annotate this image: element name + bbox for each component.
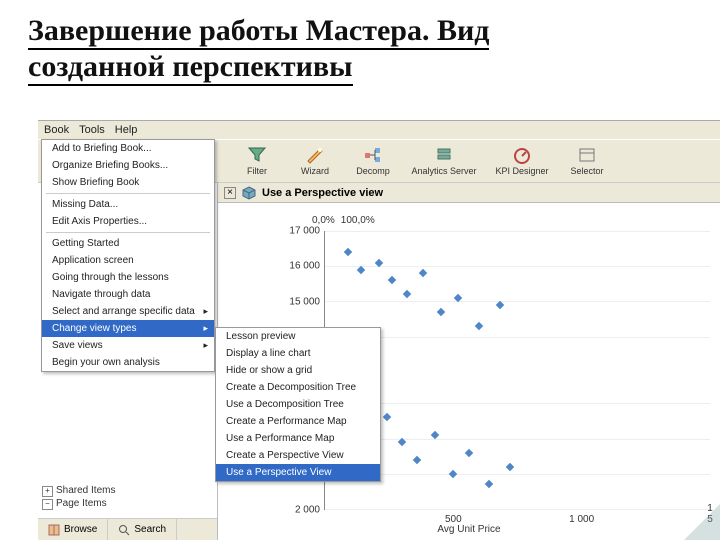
data-point [418,269,426,277]
server-icon [434,146,454,164]
menu-item[interactable]: Application screen [42,252,214,269]
cube-icon [242,186,256,200]
data-point [449,470,457,478]
filter-button[interactable]: Filter [230,143,284,179]
selector-button[interactable]: Selector [560,143,614,179]
data-point [436,308,444,316]
kpi-icon [512,146,532,164]
menu-item[interactable]: Add to Briefing Book... [42,140,214,157]
menu-item[interactable]: Going through the lessons [42,269,214,286]
analytics-server-button[interactable]: Analytics Server [404,143,484,179]
tree-node[interactable]: Page Items [42,497,115,510]
y-tick: 17 000 [289,226,320,237]
slide-title: Завершение работы Мастера. Вид созданной… [0,0,720,92]
page-corner-icon [684,504,720,540]
change-view-types-submenu: Lesson previewDisplay a line chartHide o… [215,327,381,482]
submenu-item[interactable]: Create a Perspective View [216,447,380,464]
decomp-button[interactable]: Decomp [346,143,400,179]
decomp-icon [363,146,383,164]
left-tabs: Browse Search [38,518,217,540]
view-title: Use a Perspective view [262,187,383,199]
data-point [475,322,483,330]
menu-item[interactable]: Select and arrange specific data [42,303,214,320]
y-tick: 15 000 [289,296,320,307]
close-icon[interactable]: × [224,187,236,199]
data-point [387,276,395,284]
tools-menu: Add to Briefing Book...Organize Briefing… [41,139,215,372]
menu-item[interactable]: Navigate through data [42,286,214,303]
menu-item[interactable]: Begin your own analysis [42,354,214,371]
tab-search[interactable]: Search [108,519,177,540]
selector-icon [577,146,597,164]
menu-help[interactable]: Help [115,124,138,136]
tab-browse[interactable]: Browse [38,519,108,540]
nav-tree: Shared ItemsPage Items [42,484,115,510]
data-point [485,480,493,488]
tree-node[interactable]: Shared Items [42,484,115,497]
menu-tools[interactable]: Tools [79,124,105,136]
kpi-designer-button[interactable]: KPI Designer [488,143,556,179]
submenu-item[interactable]: Create a Decomposition Tree [216,379,380,396]
wizard-button[interactable]: Wizard [288,143,342,179]
menu-item[interactable]: Organize Briefing Books... [42,157,214,174]
book-icon [48,524,60,536]
app-window: Book Tools Help Filter Wizard Decomp Ana… [38,120,720,540]
submenu-item[interactable]: Use a Decomposition Tree [216,396,380,413]
menu-item[interactable]: Missing Data... [42,196,214,213]
y-tick: 16 000 [289,261,320,272]
data-point [506,463,514,471]
data-point [413,455,421,463]
data-point [382,413,390,421]
search-icon [118,524,130,536]
data-point [344,248,352,256]
y-tick: 2 000 [295,505,320,516]
submenu-item[interactable]: Lesson preview [216,328,380,345]
submenu-item[interactable]: Hide or show a grid [216,362,380,379]
x-axis-label: Avg Unit Price [218,524,720,540]
menu-item[interactable]: Show Briefing Book [42,174,214,191]
menubar: Book Tools Help [38,121,720,139]
menu-item[interactable]: Change view types [42,320,214,337]
submenu-item[interactable]: Use a Performance Map [216,430,380,447]
data-point [403,290,411,298]
menu-book[interactable]: Book [44,124,69,136]
menu-item[interactable]: Edit Axis Properties... [42,213,214,230]
data-point [464,448,472,456]
submenu-item[interactable]: Display a line chart [216,345,380,362]
axis-note: 0,0%100,0% [312,215,375,226]
submenu-item[interactable]: Create a Performance Map [216,413,380,430]
menu-item[interactable]: Save views [42,337,214,354]
view-header: × Use a Perspective view [218,183,720,203]
filter-icon [247,146,267,164]
wizard-icon [305,146,325,164]
menu-item[interactable]: Getting Started [42,235,214,252]
submenu-item[interactable]: Use a Perspective View [216,464,380,481]
